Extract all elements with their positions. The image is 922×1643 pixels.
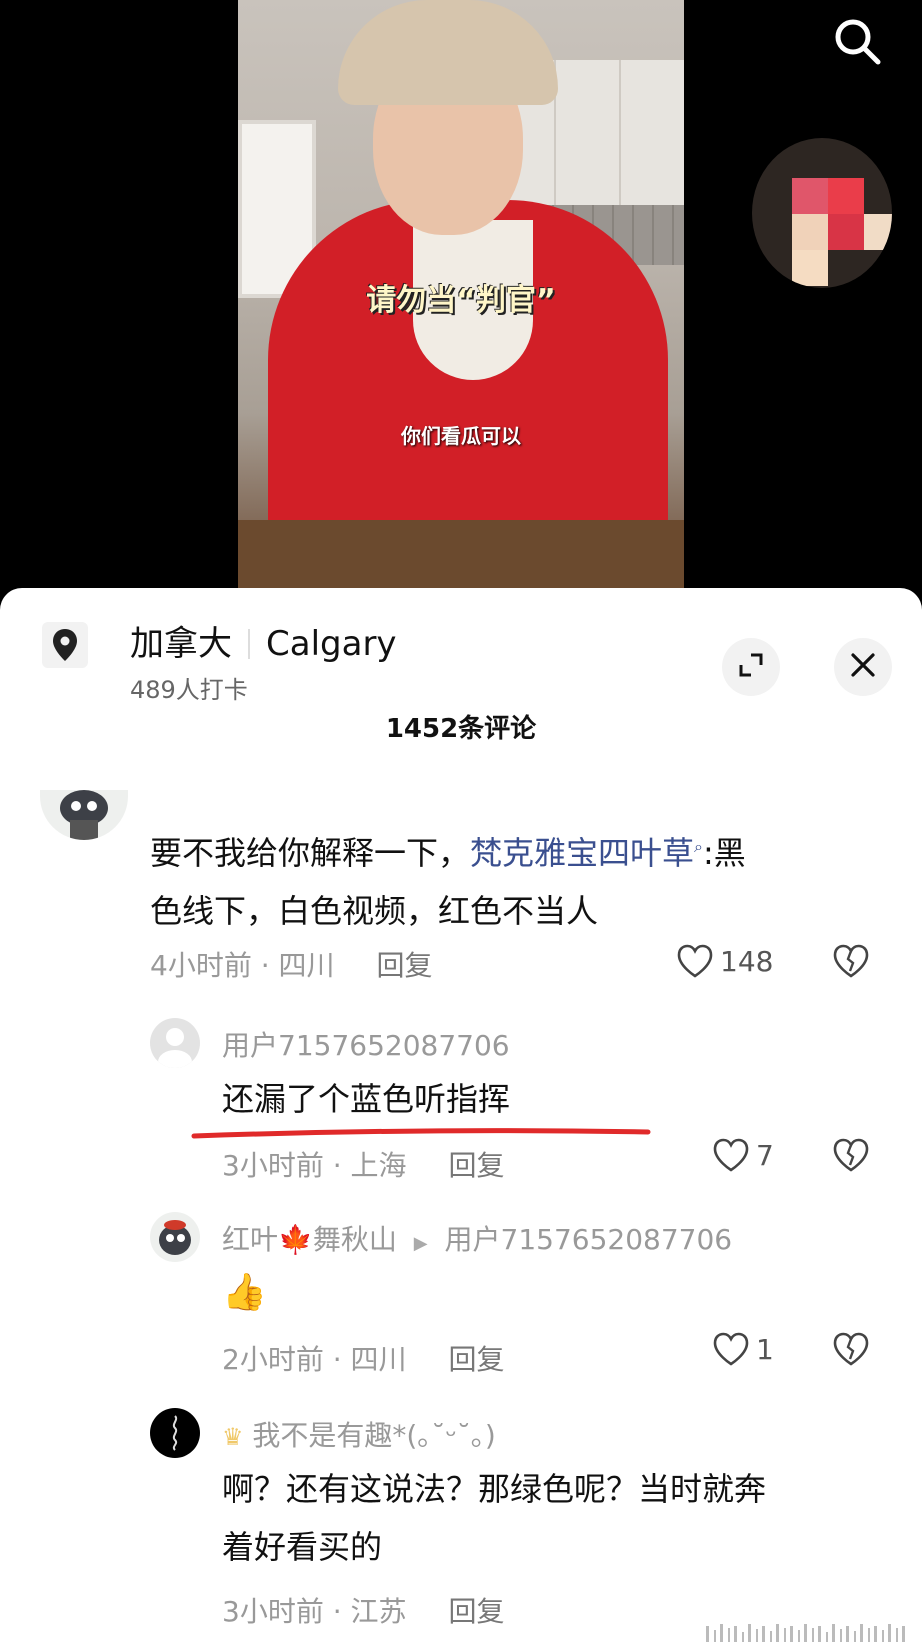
comment-time-location: 2小时前 · 四川 — [222, 1343, 407, 1376]
reply-button[interactable]: 回复 — [449, 1595, 505, 1628]
location-pin-icon — [42, 622, 88, 668]
comment-meta: 2小时前 · 四川 回复 — [222, 1338, 505, 1378]
comment-text: 还漏了个蓝色听指挥 — [222, 1080, 511, 1118]
background-table — [238, 520, 684, 590]
location-city: Calgary — [266, 624, 397, 664]
like-count: 148 — [720, 944, 774, 978]
comment-text-line: 色线下，白色视频，红色不当人 — [150, 892, 599, 930]
divider — [248, 629, 250, 659]
reply-button[interactable]: 回复 — [377, 949, 433, 982]
watermark-barcode — [706, 1624, 905, 1642]
video-caption-subtitle: 你们看瓜可以 — [401, 424, 521, 448]
location-country: 加拿大 — [130, 624, 232, 664]
video-frame: 请勿当“判官” 你们看瓜可以 — [238, 0, 684, 590]
comment-text-part: 要不我给你解释一下， — [150, 834, 471, 872]
search-icon: ⌕ — [694, 837, 703, 856]
comment-author[interactable]: 我不是有趣*(｡˘ᵕ˘｡) — [252, 1419, 495, 1452]
search-icon[interactable] — [830, 14, 886, 70]
comment-author[interactable]: 用户7157652087706 — [222, 1024, 510, 1064]
crown-icon: ♛ — [222, 1423, 244, 1451]
like-button[interactable]: 148 — [676, 944, 773, 978]
comment-meta: 3小时前 · 江苏 回复 — [222, 1590, 505, 1630]
like-count: 1 — [756, 1332, 774, 1366]
broken-heart-icon — [833, 1332, 869, 1366]
video-player[interactable]: 请勿当“判官” 你们看瓜可以 — [0, 0, 922, 600]
broken-heart-icon — [833, 944, 869, 978]
comment-author-line: ♛ 我不是有趣*(｡˘ᵕ˘｡) — [222, 1414, 496, 1454]
comment-avatar[interactable] — [150, 1018, 200, 1068]
broken-heart-icon — [833, 1138, 869, 1172]
comment-count: 1452条评论 — [385, 714, 537, 744]
comment-avatar[interactable] — [150, 1212, 200, 1262]
comment-time-location: 3小时前 · 上海 — [222, 1149, 407, 1182]
dislike-button[interactable] — [832, 944, 870, 982]
heart-icon — [713, 1138, 749, 1172]
location-title[interactable]: 加拿大 Calgary — [130, 616, 397, 665]
comment-text-line: 啊？还有这说法？那绿色呢？当时就奔 — [222, 1470, 767, 1508]
comment-author-line: 红叶🍁舞秋山 ▶ 用户7157652087706 — [222, 1218, 732, 1258]
dislike-button[interactable] — [832, 1332, 870, 1370]
comment-text-line: 着好看买的 — [222, 1528, 383, 1566]
video-caption-main: 请勿当“判官” — [366, 283, 556, 318]
checkin-count: 489人打卡 — [130, 676, 248, 704]
like-count: 7 — [756, 1138, 774, 1172]
comment-meta: 4小时前 · 四川 回复 — [150, 944, 433, 984]
close-icon — [850, 652, 876, 682]
highlight-underline — [191, 1128, 651, 1139]
expand-icon — [737, 651, 765, 683]
expand-button[interactable] — [722, 638, 780, 696]
like-button[interactable]: 1 — [712, 1332, 774, 1366]
comment-meta: 3小时前 · 上海 回复 — [222, 1144, 505, 1184]
creator-avatar[interactable] — [752, 138, 892, 288]
comment-time-location: 3小时前 · 江苏 — [222, 1595, 407, 1628]
dislike-button[interactable] — [832, 1138, 870, 1176]
comment-time-location: 4小时前 · 四川 — [150, 949, 335, 982]
comment-text: 啊？还有这说法？那绿色呢？当时就奔 着好看买的 — [222, 1460, 882, 1576]
reply-button[interactable]: 回复 — [449, 1149, 505, 1182]
heart-icon — [713, 1332, 749, 1366]
heart-icon — [677, 944, 713, 978]
close-button[interactable] — [834, 638, 892, 696]
comment-text: 👍 — [222, 1272, 267, 1313]
comment-text-suffix: :黑 — [703, 834, 746, 872]
comment-text: 要不我给你解释一下，梵克雅宝四叶草⌕:黑 色线下，白色视频，红色不当人 — [150, 818, 870, 940]
comment-author[interactable]: 红叶🍁舞秋山 — [222, 1223, 397, 1256]
person-cap — [338, 0, 558, 105]
reply-to-user[interactable]: 用户7157652087706 — [445, 1223, 733, 1256]
reply-arrow-icon: ▶ — [413, 1233, 428, 1254]
like-button[interactable]: 7 — [712, 1138, 774, 1172]
comment-link[interactable]: 梵克雅宝四叶草 — [470, 834, 694, 872]
comment-avatar[interactable] — [150, 1408, 200, 1458]
reply-button[interactable]: 回复 — [449, 1343, 505, 1376]
